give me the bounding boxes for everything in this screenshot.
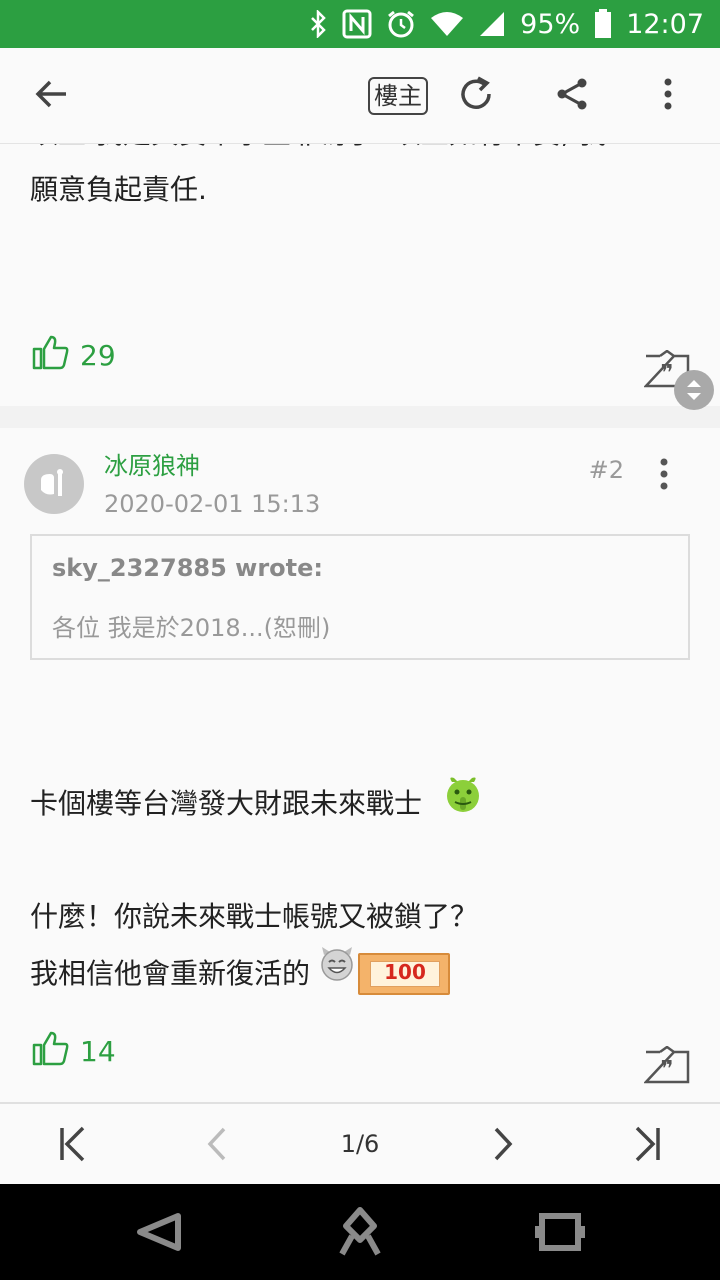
- like-count: 29: [80, 339, 116, 372]
- svg-text:❞: ❞: [661, 361, 674, 386]
- author-name[interactable]: 冰原狼神: [104, 446, 200, 481]
- shush-emoji-icon: [444, 774, 482, 833]
- grin-emoji-icon: [318, 945, 356, 1002]
- floor-number: #2: [588, 456, 624, 484]
- post-text-line: 我相信他會重新復活的: [30, 956, 311, 990]
- back-button[interactable]: [20, 64, 84, 128]
- bluetooth-icon: [310, 10, 328, 38]
- battery-percent: 95%: [520, 8, 581, 40]
- clock-time: 12:07: [626, 8, 704, 40]
- op-only-label: 樓主: [368, 77, 428, 115]
- last-page-icon: [633, 1126, 663, 1166]
- chevron-right-icon: [492, 1126, 516, 1166]
- post-card: 以上.我是真實單字並非寫手. 以上如有不實, 我 願意負起責任. 29 ❞: [0, 144, 720, 406]
- thumbs-up-icon: [32, 1030, 70, 1073]
- next-page-button[interactable]: [482, 1124, 526, 1168]
- quote-body: 各位 我是於2018...(恕刪): [52, 614, 331, 642]
- post-line: 卡個樓等台灣發大財跟未來戰士: [30, 774, 680, 833]
- page-indicator[interactable]: 1/6: [330, 1130, 390, 1158]
- app-bar: 樓主: [0, 48, 720, 144]
- avatar[interactable]: [24, 454, 84, 514]
- last-page-button[interactable]: [626, 1124, 670, 1168]
- more-button[interactable]: [636, 64, 700, 128]
- share-button[interactable]: [540, 64, 604, 128]
- post-text-line: 卡個樓等台灣發大財跟未來戰士: [30, 786, 423, 820]
- battery-icon: [594, 9, 612, 39]
- first-page-button[interactable]: [50, 1124, 94, 1168]
- wifi-icon: [430, 10, 464, 38]
- like-count: 14: [80, 1035, 116, 1068]
- op-only-button[interactable]: 樓主: [366, 64, 430, 128]
- alarm-icon: [386, 9, 416, 39]
- nav-back-button[interactable]: [134, 1206, 186, 1258]
- chevron-left-icon: [204, 1126, 228, 1166]
- thumbs-up-icon: [32, 334, 70, 377]
- post-text-line: 以上.我是真實單字並非寫手. 以上如有不實, 我: [30, 144, 680, 162]
- refresh-button[interactable]: [444, 64, 508, 128]
- status-bar: 95% 12:07: [0, 0, 720, 48]
- like-button[interactable]: 14: [32, 1030, 116, 1073]
- more-vertical-icon: [662, 76, 674, 116]
- post-text-line: 願意負起責任.: [30, 173, 207, 206]
- more-vertical-icon: [648, 458, 680, 496]
- svg-text:❞: ❞: [661, 1057, 674, 1082]
- score-badge: 100: [358, 952, 451, 995]
- post-line: 我相信他會重新復活的 100: [30, 945, 680, 1002]
- post-body: 卡個樓等台灣發大財跟未來戰士 什麼！你說未來戰士帳號又被鎖了？ 我相信他會重新復…: [30, 774, 680, 1002]
- like-button[interactable]: 29: [32, 334, 116, 377]
- quote-button[interactable]: ❞: [643, 1045, 690, 1086]
- prev-page-button[interactable]: [194, 1124, 238, 1168]
- nfc-icon: [342, 9, 372, 39]
- nav-home-button[interactable]: [334, 1206, 386, 1258]
- share-icon: [554, 76, 590, 116]
- post-text-line: 什麼！你說未來戰士帳號又被鎖了？: [30, 900, 479, 933]
- fast-scroll-handle[interactable]: [674, 370, 714, 410]
- post-list[interactable]: 以上.我是真實單字並非寫手. 以上如有不實, 我 願意負起責任. 29 ❞ 冰原…: [0, 144, 720, 1102]
- post-card: 冰原狼神 2020-02-01 15:13 #2 sky_2327885 wro…: [0, 428, 720, 1102]
- nav-home-icon: [334, 1207, 386, 1262]
- first-page-icon: [57, 1126, 87, 1166]
- post-more-button[interactable]: [648, 456, 680, 492]
- arrow-left-icon: [34, 76, 70, 116]
- nav-back-icon: [134, 1213, 186, 1262]
- system-nav-bar: [0, 1184, 720, 1280]
- nav-recents-button[interactable]: [534, 1206, 586, 1258]
- quote-icon: ❞: [643, 1045, 690, 1090]
- quote-author: sky_2327885 wrote:: [52, 554, 323, 582]
- quote-box[interactable]: sky_2327885 wrote: 各位 我是於2018...(恕刪): [30, 534, 690, 660]
- score-badge-text: 100: [384, 959, 426, 984]
- pager-bar: 1/6: [0, 1102, 720, 1184]
- nav-recents-icon: [534, 1213, 586, 1262]
- refresh-icon: [456, 74, 496, 118]
- post-date: 2020-02-01 15:13: [104, 490, 321, 518]
- signal-icon: [478, 10, 506, 38]
- post-body: 以上.我是真實單字並非寫手. 以上如有不實, 我 願意負起責任.: [30, 144, 680, 218]
